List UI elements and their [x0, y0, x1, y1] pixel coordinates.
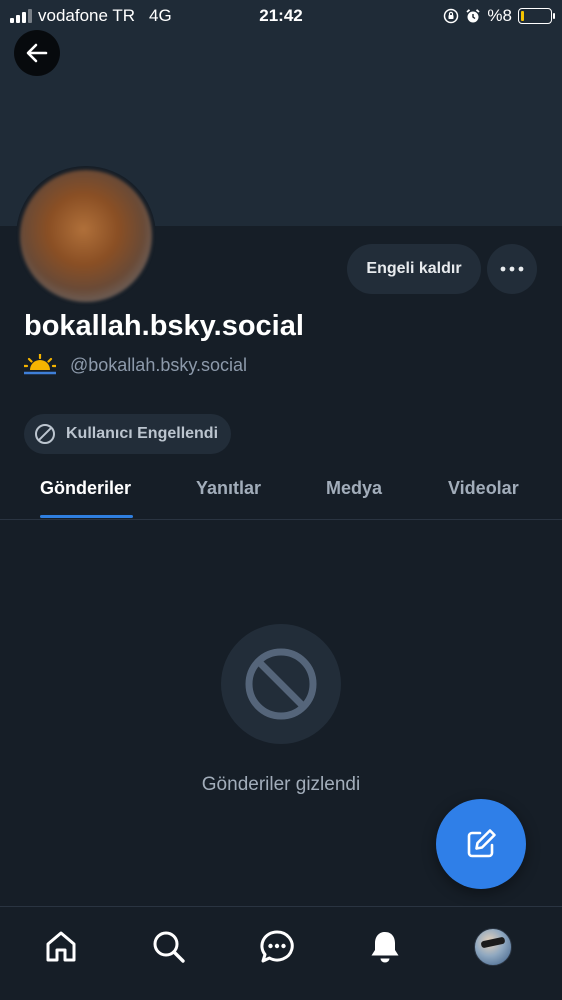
- tab-posts[interactable]: Gönderiler: [40, 478, 131, 499]
- bell-icon: [371, 932, 399, 963]
- user-avatar: [474, 928, 512, 966]
- sunrise-icon: [24, 354, 56, 375]
- compose-icon: [467, 829, 496, 858]
- back-button[interactable]: [14, 30, 60, 76]
- status-right: %8: [443, 6, 555, 26]
- network-label: 4G: [149, 6, 172, 25]
- home-icon: [46, 931, 76, 962]
- battery-percent: %8: [487, 6, 512, 25]
- status-left: vodafone TR 4G: [10, 6, 172, 26]
- handle-row: @bokallah.bsky.social: [24, 354, 247, 376]
- compose-button[interactable]: [436, 799, 526, 889]
- blocked-badge-label: Kullanıcı Engellendi: [66, 425, 219, 442]
- more-options-button[interactable]: [487, 244, 537, 294]
- clock: 21:42: [259, 6, 303, 25]
- avatar-image: [20, 170, 152, 302]
- nav-chat[interactable]: [257, 927, 297, 967]
- battery-icon: [518, 8, 555, 24]
- search-icon: [153, 931, 185, 963]
- blocked-badge: Kullanıcı Engellendi: [24, 414, 231, 454]
- alarm-icon: [466, 9, 481, 23]
- bottom-nav: [0, 906, 562, 1000]
- display-name: bokallah.bsky.social: [24, 310, 304, 342]
- tab-media[interactable]: Medya: [326, 478, 382, 499]
- arrow-left-icon: [26, 43, 48, 63]
- orientation-lock-icon: [444, 8, 459, 24]
- unblock-label: Engeli kaldır: [366, 260, 462, 277]
- nav-notifications[interactable]: [365, 927, 405, 967]
- carrier-label: vodafone TR: [38, 6, 136, 25]
- nav-search[interactable]: [149, 927, 189, 967]
- prohibited-icon: [245, 648, 317, 720]
- profile-avatar[interactable]: [16, 166, 156, 306]
- handle: @bokallah.bsky.social: [70, 354, 248, 375]
- ellipsis-icon: [500, 266, 524, 272]
- blocked-icon: [35, 424, 55, 444]
- nav-home[interactable]: [41, 927, 81, 967]
- posts-hidden-icon: [221, 624, 341, 744]
- status-bar: vodafone TR 4G 21:42 %8: [0, 0, 562, 32]
- unblock-button[interactable]: Engeli kaldır: [347, 244, 481, 294]
- active-tab-indicator: [40, 515, 133, 518]
- tab-replies[interactable]: Yanıtlar: [196, 478, 261, 499]
- empty-state-text: Gönderiler gizlendi: [201, 774, 361, 795]
- battery-level: [521, 11, 525, 21]
- profile-tabs: Gönderiler Yanıtlar Medya Videolar: [0, 458, 562, 520]
- nav-profile[interactable]: [473, 927, 513, 967]
- tab-videos[interactable]: Videolar: [448, 478, 519, 499]
- signal-icon: [10, 9, 32, 23]
- chat-icon: [260, 930, 294, 963]
